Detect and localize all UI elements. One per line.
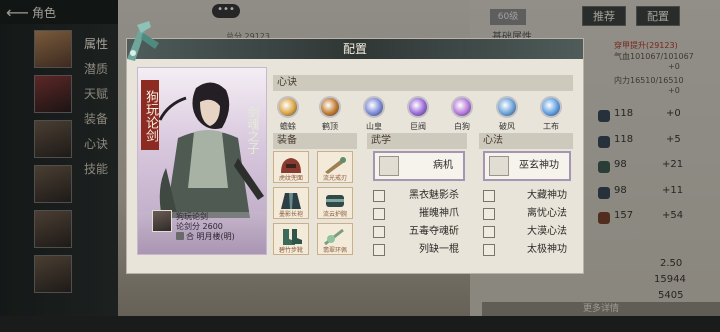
- equip-name: 流云护腕: [322, 211, 347, 218]
- xinjue-orb: [363, 96, 385, 118]
- xinjue-orb: [319, 96, 341, 118]
- equip-slot-pendant[interactable]: 翡翠环佩: [317, 223, 353, 255]
- mind-skill-row[interactable]: 大藏神功: [483, 189, 567, 205]
- equip-name: 碧竹步靴: [278, 247, 303, 254]
- xinjue-item[interactable]: 白狗: [447, 96, 477, 132]
- bracer-icon: [326, 195, 344, 207]
- pendant-icon: [324, 228, 344, 246]
- xinjue-orb: [277, 96, 299, 118]
- xinjue-label: 巨阀: [410, 122, 426, 131]
- martial-skill-label: 列缺一棍: [419, 244, 459, 255]
- equip-name: 墨影长袍: [278, 211, 303, 218]
- martial-skill-label: 五毒夺魂斫: [409, 226, 459, 237]
- martial-main-label: 病机: [433, 160, 453, 171]
- xinjue-item[interactable]: 工布: [536, 96, 566, 132]
- martial-main-icon: [379, 156, 399, 176]
- faction-icon: [176, 232, 184, 240]
- martial-skill-row[interactable]: 黑衣魅影杀: [373, 189, 459, 205]
- martial-main-slot[interactable]: 病机: [373, 151, 465, 181]
- mini-avatar: [152, 210, 172, 232]
- martial-skill-label: 摧魄神爪: [419, 208, 459, 219]
- xinjue-item[interactable]: 鹤顶: [315, 96, 345, 132]
- mind-skill-icon: [483, 244, 495, 256]
- martial-skill-label: 黑衣魅影杀: [409, 190, 459, 201]
- martial-skill-row[interactable]: 列缺一棍: [373, 243, 459, 259]
- mind-main-slot[interactable]: 巫玄神功: [483, 151, 571, 181]
- config-dialog: 配置 狗玩论剑 剑魂之子 狗玩论剑 论剑分 2600 合 明月楼(明) 心诀 蟾…: [126, 21, 584, 274]
- mind-skill-row[interactable]: 离忧心法: [483, 207, 567, 223]
- xinjue-label: 破风: [499, 122, 515, 131]
- martial-skill-row[interactable]: 五毒夺魂斫: [373, 225, 459, 241]
- xinjue-label: 工布: [543, 122, 559, 131]
- equip-slot-ring[interactable]: 流光戒刃: [317, 151, 353, 183]
- martial-skill-icon: [373, 190, 385, 202]
- martial-skill-row[interactable]: 摧魄神爪: [373, 207, 459, 223]
- helmet-icon: [281, 158, 301, 173]
- mind-main-icon: [489, 156, 509, 176]
- jade-ornament-icon: [127, 21, 159, 61]
- martial-header: 武学: [367, 133, 467, 149]
- xinjue-orb: [540, 96, 562, 118]
- equip-name: 虎纹兜面: [278, 175, 303, 182]
- mind-skill-label: 离忧心法: [527, 208, 567, 219]
- card-faction: 合 明月楼(明): [176, 231, 235, 242]
- card-subtitle: 剑魂之子: [246, 106, 260, 154]
- xinjue-label: 蟾蜍: [280, 122, 296, 131]
- robe-icon: [281, 193, 301, 209]
- mind-skill-label: 大藏神功: [527, 190, 567, 201]
- xinjue-label: 山皇: [366, 122, 382, 131]
- martial-skill-icon: [373, 226, 385, 238]
- ring-icon: [325, 157, 346, 174]
- mind-skill-row[interactable]: 太极神功: [483, 243, 567, 259]
- xinjue-orb: [451, 96, 473, 118]
- equip-slot-robe[interactable]: 墨影长袍: [273, 187, 309, 219]
- xinjue-item[interactable]: 蟾蜍: [273, 96, 303, 132]
- equip-name: 翡翠环佩: [322, 247, 347, 254]
- xinjue-orb: [496, 96, 518, 118]
- card-title: 狗玩论剑: [141, 80, 159, 150]
- mind-skill-icon: [483, 208, 495, 220]
- xinjue-label: 鹤顶: [322, 122, 338, 131]
- mind-skill-icon: [483, 190, 495, 202]
- martial-skill-icon: [373, 244, 385, 256]
- xinjue-orb: [407, 96, 429, 118]
- equip-slot-boots[interactable]: 碧竹步靴: [273, 223, 309, 255]
- xinjue-item[interactable]: 巨阀: [403, 96, 433, 132]
- boots-icon: [283, 229, 302, 245]
- card-faction-text: 合 明月楼(明): [186, 232, 235, 241]
- mind-skill-icon: [483, 226, 495, 238]
- dialog-title: 配置: [342, 42, 367, 56]
- equip-name: 流光戒刃: [322, 175, 347, 182]
- equipment-header: 装备: [273, 133, 357, 149]
- xinjue-header: 心诀: [273, 75, 573, 91]
- xinjue-item[interactable]: 破风: [492, 96, 522, 132]
- xinjue-label: 白狗: [454, 122, 470, 131]
- mind-main-label: 巫玄神功: [519, 160, 559, 171]
- equip-slot-helmet[interactable]: 虎纹兜面: [273, 151, 309, 183]
- equip-slot-bracer[interactable]: 流云护腕: [317, 187, 353, 219]
- mind-header: 心法: [479, 133, 573, 149]
- xinjue-item[interactable]: 山皇: [359, 96, 389, 132]
- mind-skill-label: 太极神功: [527, 244, 567, 255]
- martial-skill-icon: [373, 208, 385, 220]
- mind-skill-row[interactable]: 大漠心法: [483, 225, 567, 241]
- mind-skill-label: 大漠心法: [527, 226, 567, 237]
